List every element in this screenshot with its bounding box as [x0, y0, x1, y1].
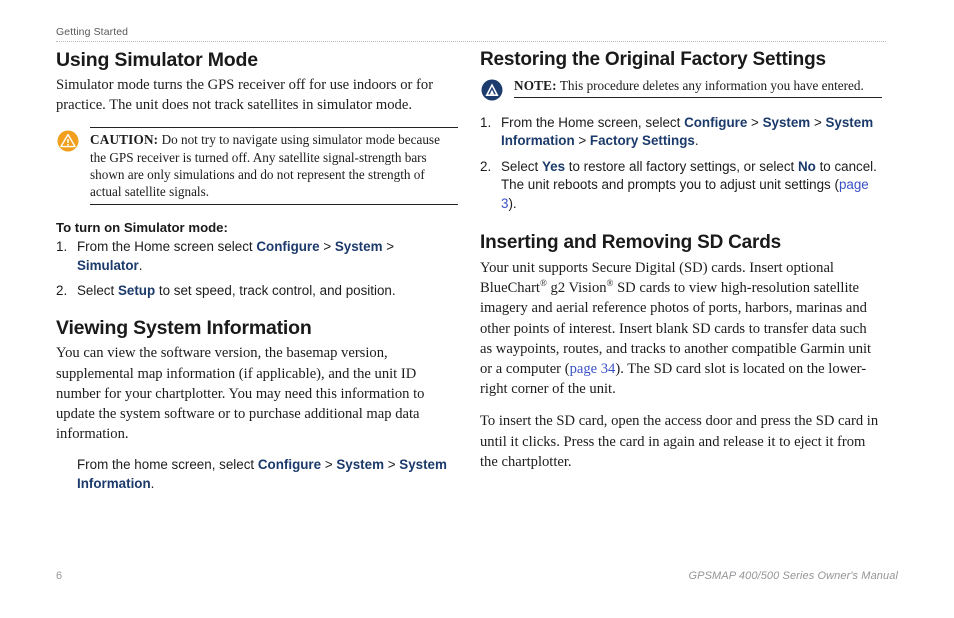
manual-page: Getting Started Using Simulator Mode Sim…	[0, 0, 954, 618]
step-text: From the Home screen, select Configure >…	[501, 115, 873, 148]
section-title-viewing-system-information: Viewing System Information	[56, 317, 312, 340]
text-run: >	[384, 457, 400, 473]
step-number: 1.	[56, 239, 68, 255]
text-run: >	[319, 239, 335, 255]
ui-term: System	[334, 239, 383, 255]
step-text: Select Setup to set speed, track control…	[77, 283, 396, 298]
right-column: Restoring the Original Factory Settings …	[480, 48, 882, 484]
step-item: 1. From the Home screen select Configure …	[56, 238, 458, 275]
paragraph-system-information-intro: You can view the software version, the b…	[56, 345, 425, 443]
text-run: to set speed, track control, and positio…	[155, 283, 396, 299]
steps-restore-factory-settings: 1. From the Home screen, select Configure…	[480, 114, 882, 213]
text-run: .	[150, 475, 155, 491]
text-run: From the Home screen select	[77, 239, 257, 255]
instruction-view-system-information: From the home screen, select Configure >…	[77, 456, 458, 493]
ui-term: Setup	[117, 283, 156, 299]
section-title-using-simulator-mode: Using Simulator Mode	[56, 49, 258, 71]
ui-term: System	[336, 457, 384, 473]
footer-page-number: 6	[56, 570, 63, 582]
step-item: 1. From the Home screen, select Configure…	[480, 114, 882, 151]
text-run: >	[747, 115, 763, 130]
ui-term: Configure	[256, 239, 320, 255]
steps-turn-on-simulator: 1. From the Home screen select Configure …	[56, 238, 458, 300]
note-keyword: NOTE:	[514, 78, 557, 93]
ui-term: Simulator	[77, 257, 139, 273]
caution-triangle-icon	[57, 130, 79, 152]
text-run: >	[574, 133, 590, 149]
step-item: 2. Select Yes to restore all factory sett…	[480, 158, 882, 213]
text-run: Select	[77, 283, 118, 299]
caution-keyword: CAUTION:	[90, 132, 159, 148]
note-message: This procedure deletes any information y…	[556, 78, 864, 93]
text-run: From the home screen, select	[77, 457, 258, 473]
text-run: .	[138, 257, 143, 273]
note-text: NOTE: This procedure deletes any informa…	[514, 76, 882, 99]
ui-term: System	[762, 115, 811, 130]
step-item: 2. Select Setup to set speed, track contr…	[56, 282, 458, 300]
ui-term: Configure	[684, 115, 748, 130]
paragraph-sd-card-insertion: To insert the SD card, open the access d…	[480, 413, 879, 470]
left-column: Using Simulator Mode Simulator mode turn…	[56, 48, 458, 493]
text-run: >	[810, 115, 826, 130]
text-run: ).	[508, 195, 517, 211]
section-title-inserting-removing-sd-cards: Inserting and Removing SD Cards	[480, 232, 782, 254]
page-header: Getting Started	[56, 25, 886, 42]
step-number: 2.	[480, 158, 492, 174]
ui-term: Yes	[541, 158, 566, 174]
step-number: 1.	[480, 115, 492, 130]
caution-text: CAUTION: Do not try to navigate using si…	[90, 127, 458, 206]
page-footer: 6 GPSMAP 400/500 Series Owner's Manual	[56, 570, 898, 586]
text-run: .	[694, 133, 699, 149]
registered-trademark-symbol: ®	[540, 278, 547, 289]
step-number: 2.	[56, 283, 68, 299]
header-divider	[56, 41, 886, 42]
section-title-restoring-factory-settings: Restoring the Original Factory Settings	[480, 49, 826, 70]
caution-callout: CAUTION: Do not try to navigate using si…	[56, 127, 458, 206]
text-run: >	[321, 457, 337, 473]
step-text: From the Home screen select Configure > …	[77, 239, 394, 272]
step-text: Select Yes to restore all factory settin…	[501, 159, 877, 211]
text-run: g2 Vision	[546, 280, 607, 297]
note-callout: NOTE: This procedure deletes any informa…	[480, 76, 882, 102]
page-reference-link[interactable]: page 34	[570, 361, 616, 377]
text-run: to restore all factory settings, or sele…	[565, 158, 798, 174]
paragraph-simulator-intro: Simulator mode turns the GPS receiver of…	[56, 77, 434, 114]
paragraph-sd-cards-overview: Your unit supports Secure Digital (SD) c…	[480, 258, 882, 399]
running-head: Getting Started	[56, 26, 129, 38]
footer-manual-title: GPSMAP 400/500 Series Owner's Manual	[688, 570, 898, 582]
garmin-note-icon	[481, 79, 503, 101]
subhead-turn-on-simulator: To turn on Simulator mode:	[56, 220, 228, 236]
ui-term: Factory Settings	[589, 133, 695, 149]
text-run: >	[382, 239, 395, 255]
ui-term: No	[797, 158, 816, 174]
text-run: Select	[501, 158, 542, 174]
ui-term: Configure	[257, 457, 322, 473]
text-run: From the Home screen, select	[501, 115, 685, 130]
